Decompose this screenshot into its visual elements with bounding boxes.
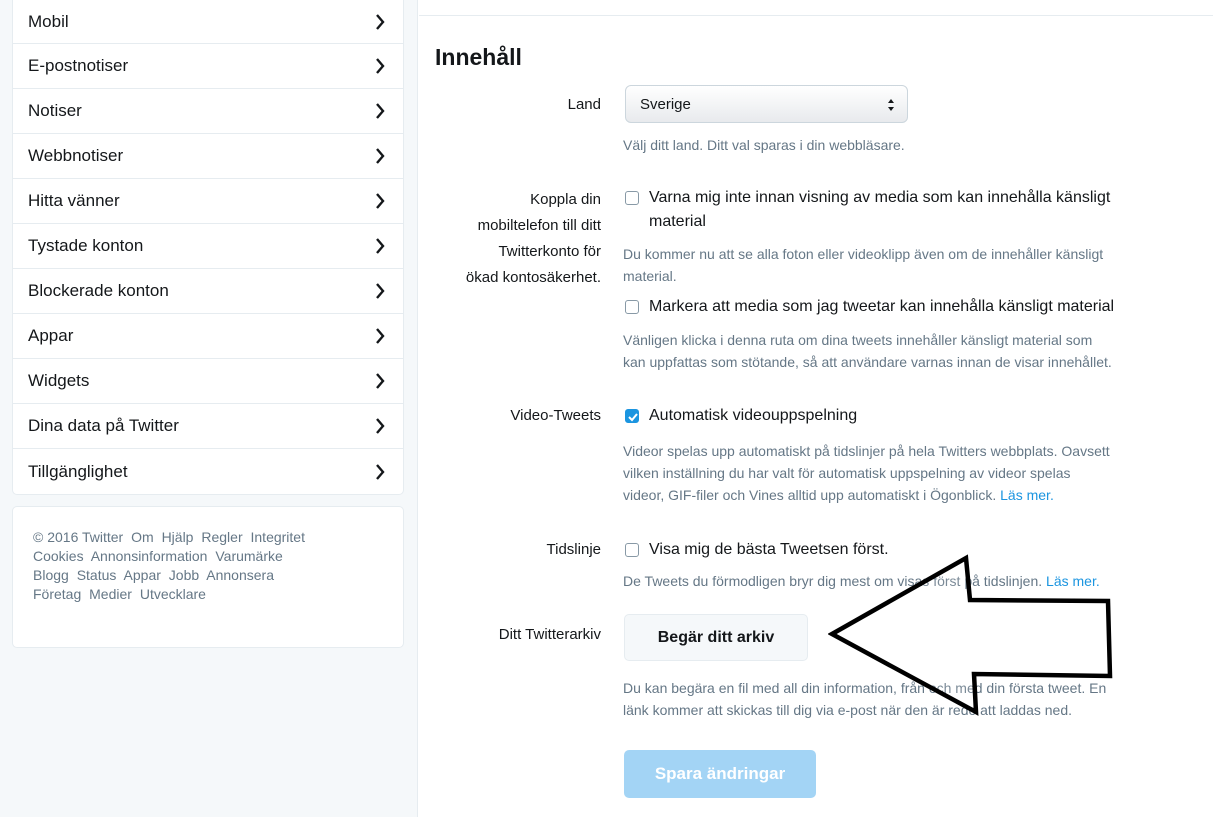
sidebar-item-label: Dina data på Twitter [28,416,179,435]
label-line: Koppla din [530,191,601,208]
sidebar-item-find-friends[interactable]: Hitta vänner [13,179,403,224]
option-text: material [649,213,706,230]
footer-link-media[interactable]: Medier [89,586,132,602]
sidebar-item-label: Mobil [28,11,69,31]
help-line: videor, GIF-filer och Vines alltid upp a… [623,487,997,503]
autoplay-help: Videor spelas upp automatiskt på tidslin… [623,440,1110,506]
help-line: Vänligen klicka i denna ruta om dina twe… [623,332,1093,348]
footer-link-about[interactable]: Om [131,529,154,545]
label-line: mobiltelefon till ditt [477,217,601,234]
sidebar-item-label: Notiser [28,101,82,120]
footer-link-ads-info[interactable]: Annonsinformation [91,548,208,564]
sensitive-view-option[interactable]: Varna mig inte innan visning av media so… [625,186,1110,234]
footer-link-jobs[interactable]: Jobb [169,567,199,583]
sidebar-item-label: Appar [28,326,74,345]
footer-link-business[interactable]: Företag [33,586,81,602]
footer-link-terms[interactable]: Regler [201,529,242,545]
country-select[interactable]: Sverige [625,85,908,123]
chevron-right-icon [376,193,385,209]
option-text: Automatisk videouppspelning [649,407,858,424]
chevron-right-icon [376,103,385,119]
page-title: Innehåll [435,44,522,70]
footer-link-cookies[interactable]: Cookies [33,548,84,564]
video-tweets-label: Video-Tweets [510,407,601,424]
help-line: Du kommer nu att se alla foton eller vid… [623,246,1104,262]
chevron-right-icon [376,58,385,74]
annotation-arrow-icon [828,554,1113,716]
save-changes-button[interactable]: Spara ändringar [624,750,816,798]
divider [419,15,1213,16]
sidebar-item-widgets[interactable]: Widgets [13,359,403,404]
sensitive-view-help: Du kommer nu att se alla foton eller vid… [623,243,1103,287]
footer-link-privacy[interactable]: Integritet [251,529,305,545]
sidebar-item-blocked-accounts[interactable]: Blockerade konton [13,269,403,314]
sidebar-item-label: E-postnotiser [28,56,129,75]
read-more-link[interactable]: Läs mer. [1000,487,1054,503]
country-label: Land [567,96,601,113]
settings-page: Mobil E-postnotiser Notiser Webbnotiser … [0,0,1213,817]
footer-link-help[interactable]: Hjälp [162,529,194,545]
chevron-right-icon [376,373,385,389]
chevron-right-icon [376,418,385,434]
footer-link-brand[interactable]: Varumärke [215,548,282,564]
sensitive-mark-help: Vänligen klicka i denna ruta om dina twe… [623,329,1112,373]
chevron-right-icon [376,283,385,299]
checkmark-icon [628,413,638,422]
sidebar-item-your-twitter-data[interactable]: Dina data på Twitter [13,404,403,449]
sidebar-item-label: Blockerade konton [28,281,169,300]
sidebar-item-web-notifications[interactable]: Webbnotiser [13,134,403,179]
sidebar-item-accessibility[interactable]: Tillgänglighet [13,449,403,494]
sidebar-item-label: Tillgänglighet [28,461,128,481]
autoplay-option[interactable]: Automatisk videouppspelning [625,404,857,428]
archive-label: Ditt Twitterarkiv [498,626,601,643]
sensitive-media-label: Koppla din mobiltelefon till ditt Twitte… [466,187,601,291]
request-archive-button[interactable]: Begär ditt arkiv [624,614,808,661]
label-line: ökad kontosäkerhet. [465,269,601,286]
chevron-right-icon [376,148,385,164]
timeline-checkbox[interactable] [625,543,639,557]
chevron-right-icon [376,463,385,480]
sensitive-view-checkbox[interactable] [625,191,639,205]
sidebar-item-label: Hitta vänner [28,191,120,210]
settings-nav: Mobil E-postnotiser Notiser Webbnotiser … [12,0,404,495]
help-line: kan uppfattas som stötande, så att använ… [623,354,1112,370]
help-line: material. [623,268,677,284]
help-line: Videor spelas upp automatiskt på tidslin… [623,443,1110,459]
option-text: Markera att media som jag tweetar kan in… [649,298,1115,315]
sidebar-item-label: Widgets [28,371,90,390]
sidebar: Mobil E-postnotiser Notiser Webbnotiser … [0,0,418,817]
footer-links: © 2016 Twitter Om Hjälp Regler Integrite… [12,506,404,648]
sidebar-item-label: Webbnotiser [28,146,124,165]
chevron-right-icon [376,328,385,344]
option-text: Varna mig inte innan visning av media so… [649,189,1111,206]
footer-link-blog[interactable]: Blogg [33,567,69,583]
sidebar-item-mobil[interactable]: Mobil [13,0,403,44]
country-selected-value: Sverige [640,95,691,113]
footer-link-status[interactable]: Status [77,567,117,583]
sidebar-item-email-notifications[interactable]: E-postnotiser [13,44,403,89]
help-line: vilken inställning du har valt för autom… [623,465,1071,481]
chevron-right-icon [376,238,385,254]
country-help: Välj ditt land. Ditt val sparas i din we… [623,137,905,153]
sensitive-mark-option[interactable]: Markera att media som jag tweetar kan in… [625,295,1114,319]
select-arrows-icon [888,99,894,111]
sidebar-item-apps[interactable]: Appar [13,314,403,359]
footer-copyright: © 2016 Twitter [33,529,124,545]
label-line: Twitterkonto för [498,243,601,260]
chevron-right-icon [376,13,385,30]
sidebar-item-label: Tystade konton [28,236,144,255]
footer-link-apps[interactable]: Appar [124,567,161,583]
timeline-label: Tidslinje [546,541,601,558]
footer-link-advertise[interactable]: Annonsera [206,567,274,583]
sensitive-mark-checkbox[interactable] [625,300,639,314]
sidebar-item-notifications[interactable]: Notiser [13,89,403,134]
autoplay-checkbox[interactable] [625,409,639,423]
footer-link-developers[interactable]: Utvecklare [140,586,206,602]
sidebar-item-muted-accounts[interactable]: Tystade konton [13,224,403,269]
